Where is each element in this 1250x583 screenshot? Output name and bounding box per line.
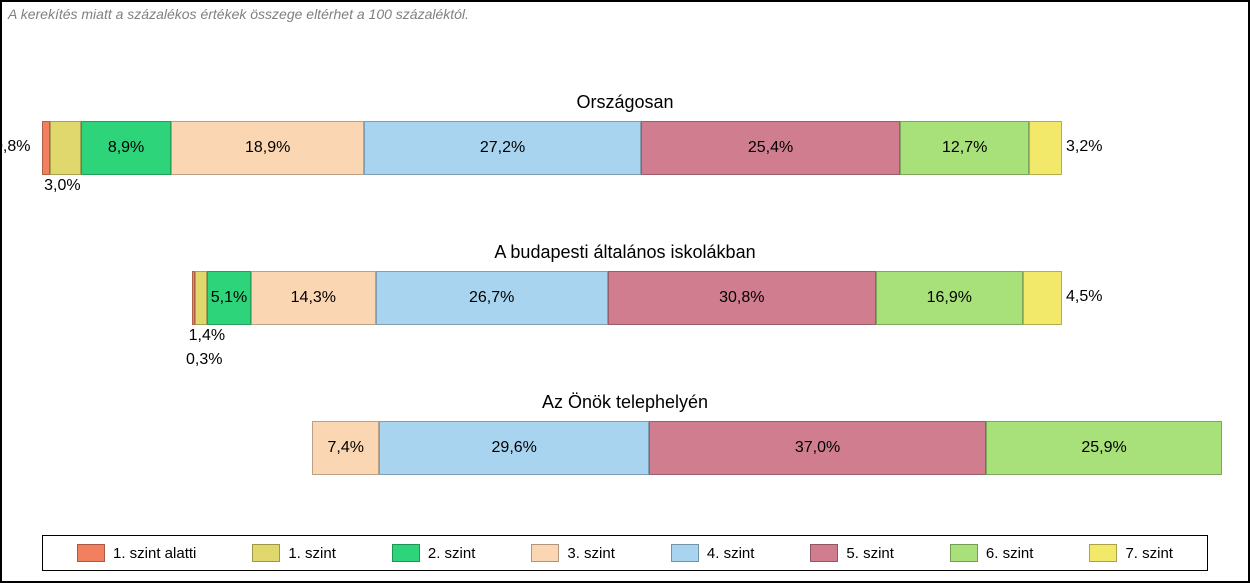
segment-label-external: 0,8% (0, 138, 30, 156)
stacked-bar: 5,1% 14,3% 26,7% 30,8% 16,9% (192, 271, 1062, 325)
bar-segment: 7,4% (312, 421, 379, 475)
legend-label: 1. szint alatti (113, 545, 196, 562)
legend-label: 4. szint (707, 545, 755, 562)
bar-segment: 37,0% (649, 421, 986, 475)
bar-segment (1029, 121, 1062, 175)
chart-frame: A kerekítés miatt a százalékos értékek ö… (0, 0, 1250, 583)
legend-label: 3. szint (567, 545, 615, 562)
legend-item: 6. szint (950, 544, 1034, 562)
segment-label-external: 3,0% (44, 177, 80, 195)
legend-item: 4. szint (671, 544, 755, 562)
segment-label-external: 3,2% (1066, 138, 1102, 156)
bar-segment: 26,7% (376, 271, 608, 325)
segment-label: 16,9% (927, 289, 972, 307)
footnote-text: A kerekítés miatt a százalékos értékek ö… (8, 6, 469, 22)
segment-label: 18,9% (245, 139, 290, 157)
legend-item: 7. szint (1089, 544, 1173, 562)
bar-segment (1023, 271, 1062, 325)
legend-swatch (531, 544, 559, 562)
legend-item: 1. szint (252, 544, 336, 562)
stacked-bar: 7,4% 29,6% 37,0% 25,9% (312, 421, 1222, 475)
segment-label: 37,0% (795, 439, 840, 457)
row-title: A budapesti általános iskolákban (2, 242, 1248, 263)
segment-label: 25,9% (1081, 439, 1126, 457)
legend-item: 5. szint (810, 544, 894, 562)
bar-segment: 29,6% (379, 421, 649, 475)
legend-label: 5. szint (846, 545, 894, 562)
legend-swatch (77, 544, 105, 562)
bar-segment: 5,1% (207, 271, 251, 325)
bar-segment: 12,7% (900, 121, 1029, 175)
segment-label: 29,6% (492, 439, 537, 457)
bar-segment: 30,8% (608, 271, 876, 325)
bar-segment: 16,9% (876, 271, 1023, 325)
legend-swatch (252, 544, 280, 562)
row-title: Az Önök telephelyén (2, 392, 1248, 413)
bar-segment (50, 121, 81, 175)
chart-area: Országosan 0,8% 3,0% 3,2% 8,9% 18,9% 27,2% 25,4… (2, 92, 1248, 542)
bar-wrap: 0,3%1,4%4,5%5,1%14,3%26,7%30,8%16,9% (2, 271, 1248, 361)
legend-label: 6. szint (986, 545, 1034, 562)
chart-row: A budapesti általános iskolákban 0,3% 1,4%… (2, 242, 1248, 392)
legend-item: 3. szint (531, 544, 615, 562)
legend-item: 2. szint (392, 544, 476, 562)
bar-segment: 18,9% (171, 121, 364, 175)
bar-segment: 25,9% (986, 421, 1222, 475)
legend: 1. szint alatti 1. szint 2. szint 3. szint 4… (42, 535, 1208, 571)
segment-label: 25,4% (748, 139, 793, 157)
segment-label-external: 1,4% (189, 327, 225, 345)
row-title: Országosan (2, 92, 1248, 113)
chart-row: Országosan 0,8% 3,0% 3,2% 8,9% 18,9% 27,2% 25,4… (2, 92, 1248, 242)
segment-label: 27,2% (480, 139, 525, 157)
legend-label: 1. szint (288, 545, 336, 562)
stacked-bar: 8,9% 18,9% 27,2% 25,4% 12,7% (42, 121, 1062, 175)
segment-label-external: 4,5% (1066, 288, 1102, 306)
segment-label: 7,4% (327, 439, 363, 457)
legend-item: 1. szint alatti (77, 544, 196, 562)
bar-segment (42, 121, 50, 175)
legend-label: 7. szint (1125, 545, 1173, 562)
legend-swatch (950, 544, 978, 562)
segment-label: 26,7% (469, 289, 514, 307)
segment-label: 12,7% (942, 139, 987, 157)
legend-swatch (1089, 544, 1117, 562)
bar-segment: 27,2% (364, 121, 641, 175)
bar-segment: 8,9% (81, 121, 172, 175)
chart-row: Az Önök telephelyén 7,4% 29,6% 37,0% 25,9% (2, 392, 1248, 542)
bar-wrap: 7,4% 29,6% 37,0% 25,9% (2, 421, 1248, 511)
segment-label: 30,8% (719, 289, 764, 307)
bar-segment: 25,4% (641, 121, 900, 175)
segment-label-external: 0,3% (186, 351, 222, 369)
legend-swatch (810, 544, 838, 562)
bar-wrap: 0,8% 3,0% 3,2% 8,9% 18,9% 27,2% 25,4% 12,7% (2, 121, 1248, 211)
segment-label: 5,1% (211, 289, 247, 307)
segment-label: 14,3% (291, 289, 336, 307)
bar-segment: 14,3% (251, 271, 375, 325)
legend-swatch (392, 544, 420, 562)
bar-segment (195, 271, 207, 325)
segment-label: 8,9% (108, 139, 144, 157)
legend-label: 2. szint (428, 545, 476, 562)
legend-swatch (671, 544, 699, 562)
